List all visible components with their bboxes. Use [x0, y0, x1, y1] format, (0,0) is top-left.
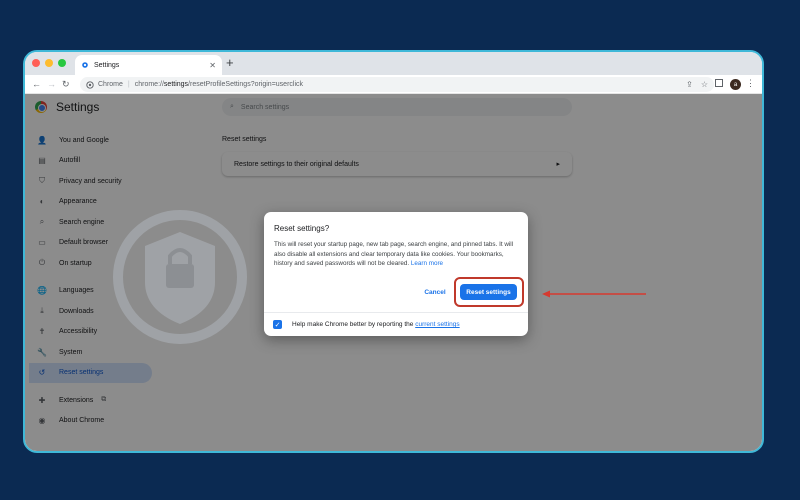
- tab-settings[interactable]: Settings ✕: [75, 55, 222, 75]
- tab-title: Settings: [94, 61, 120, 69]
- tab-strip: Settings ✕ +: [25, 52, 762, 75]
- site-label: Chrome: [98, 81, 123, 88]
- cancel-button[interactable]: Cancel: [416, 285, 454, 299]
- gear-icon: [82, 62, 88, 68]
- avatar[interactable]: a: [730, 79, 741, 90]
- reset-settings-dialog: Reset settings? This will reset your sta…: [264, 212, 528, 336]
- reload-icon[interactable]: ↻: [62, 79, 70, 90]
- separator: |: [127, 81, 130, 88]
- pointer-arrow: [542, 290, 646, 298]
- menu-icon[interactable]: ⋮: [746, 78, 755, 89]
- new-tab-button[interactable]: +: [226, 56, 234, 70]
- share-icon[interactable]: ⇪: [686, 80, 693, 89]
- back-icon[interactable]: ←: [32, 79, 41, 90]
- report-label: Help make Chrome better by reporting the…: [292, 321, 460, 328]
- dialog-body: This will reset your startup page, new t…: [274, 241, 514, 267]
- close-window-button[interactable]: [32, 59, 40, 67]
- minimize-window-button[interactable]: [45, 59, 53, 67]
- maximize-window-button[interactable]: [58, 59, 66, 67]
- address-bar[interactable]: Chrome | chrome://settings/resetProfileS…: [80, 77, 714, 92]
- reset-settings-button[interactable]: Reset settings: [460, 284, 517, 300]
- close-tab-icon[interactable]: ✕: [209, 61, 216, 70]
- url-text: chrome://settings/resetProfileSettings?o…: [134, 81, 304, 88]
- dialog-title: Reset settings?: [274, 224, 330, 233]
- bookmark-star-icon[interactable]: ☆: [701, 80, 708, 89]
- current-settings-link[interactable]: current settings: [415, 321, 459, 328]
- toolbar: ← → ↻ Chrome | chrome://settings/resetPr…: [25, 75, 762, 94]
- report-checkbox[interactable]: ✓: [273, 320, 282, 329]
- learn-more-link[interactable]: Learn more: [411, 260, 443, 267]
- window-controls: [32, 59, 66, 67]
- side-panel-icon[interactable]: [715, 79, 723, 87]
- forward-icon[interactable]: →: [47, 79, 56, 90]
- chrome-site-icon: [86, 80, 94, 89]
- dialog-footer: ✓ Help make Chrome better by reporting t…: [264, 312, 528, 336]
- browser-window: Settings ✕ + ← → ↻ Chrome | chrome://set…: [23, 50, 764, 453]
